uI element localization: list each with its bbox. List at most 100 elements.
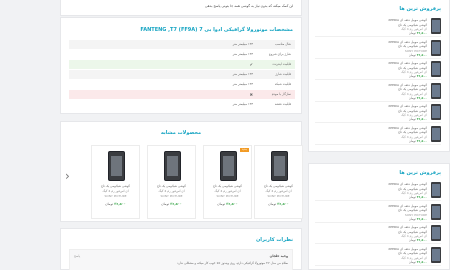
phone-thumbnail[interactable]	[431, 39, 441, 56]
sidebar-product[interactable]: گوشی مویبل دفعه ای XPERIA گوشی شیائومی یک…	[315, 16, 441, 37]
sidebar-product-price: ۳۶,۵۰۰ تومان	[408, 95, 427, 100]
sidebar-product-price: ۳۶,۵۰۰ تومان	[408, 138, 427, 143]
sidebar-product-title[interactable]: گوشی مویبل دفعه ای XPERIA	[388, 104, 427, 108]
sidebar-product-title[interactable]: گوشی مویبل دفعه ای XPERIA	[388, 18, 427, 22]
sidebar-product-title[interactable]: گوشی مویبل دفعه ای XPERIA	[388, 225, 427, 229]
top-note-card: لن کمک میکنه که بدون نیاز به گوشی همه جا…	[60, 0, 302, 16]
phone-image[interactable]	[271, 151, 288, 181]
product-tile[interactable]: گوشی شیائومی یک تاچ ای اس‌فور رم 4 گیگ SON…	[147, 145, 196, 219]
phone-thumbnail[interactable]	[431, 182, 441, 198]
comments-title: نظرات کاربران	[256, 237, 293, 243]
sidebar-product-price: ۳۶,۵۰۰ تومان	[408, 117, 427, 121]
phone-thumbnail[interactable]	[431, 225, 441, 241]
carousel-next-arrow[interactable]: ‹	[65, 170, 70, 182]
product-subtitle: ای اس‌فور رم 4 گیگ	[102, 189, 129, 193]
sidebar-product-title[interactable]: گوشی مویبل دفعه ای XPERIA	[388, 247, 427, 251]
spec-label: قابلیت شارژ	[257, 70, 295, 79]
specs-title: مشخصات موتورولا گرافیکی ادوا بی 7 (FF9A)…	[140, 27, 293, 33]
product-brand: SONY PICTURE	[216, 194, 239, 198]
product-price: ۳۶,۵۰۰ تومان	[105, 202, 126, 206]
new-badge: جدید	[239, 148, 249, 152]
product-price: ۳۶,۵۰۰ تومان	[268, 202, 289, 206]
similar-title: محصولات مشابه	[160, 130, 202, 136]
sidebar-product-subtitle: گوشی شیائومی یک تاچ	[398, 22, 427, 27]
product-tile[interactable]: گوشی شیائومی یک تاچ ای اس‌فور رم 4 گیگ SON…	[203, 145, 252, 219]
sidebar-product[interactable]: گوشی مویبل دفعه ای XPERIA گوشی شیائومی یک…	[315, 223, 441, 244]
specs-card: مشخصات موتورولا گرافیکی ادوا بی 7 (FF9A)…	[60, 17, 302, 114]
sidebar-product[interactable]: گوشی مویبل دفعه ای XPERIA گوشی شیائومی یک…	[315, 202, 441, 223]
spec-row: قابلیت اینترنت ✔	[69, 60, 295, 69]
phone-image[interactable]	[164, 151, 181, 181]
sidebar-product-subtitle: گوشی شیائومی یک تاچ	[398, 87, 427, 91]
cross-icon: ✖	[69, 90, 257, 99]
product-name[interactable]: گوشی شیائومی یک تاچ	[258, 184, 299, 188]
sidebar-product-subtitle: گوشی شیائومی یک تاچ	[398, 208, 427, 212]
sidebar-product-title[interactable]: گوشی مویبل دفعه ای XPERIA	[388, 204, 427, 208]
sidebar-product[interactable]: گوشی مویبل دفعه ای XPERIA گوشی شیائومی یک…	[315, 102, 441, 123]
phone-thumbnail[interactable]	[431, 246, 441, 263]
sidebar-bottom-title: پرفروش ترین ها	[399, 170, 441, 176]
sidebar-product-title[interactable]: گوشی مویبل دفعه ای XPERIA	[388, 126, 427, 130]
spec-value: ۱۳۳ میلیمتر متر	[69, 80, 257, 89]
sidebar-bestsellers-top: پرفروش ترین ها گوشی مویبل دفعه ای XPERIA…	[308, 0, 450, 152]
product-subtitle: ای اس‌فور رم 4 گیگ	[158, 189, 185, 193]
sidebar-product[interactable]: گوشی مویبل دفعه ای XPERIA گوشی شیائومی یک…	[315, 245, 441, 266]
phone-thumbnail[interactable]	[431, 18, 441, 34]
comment-item: وحید خلجان پاسخ سلام من مدل T7 موتورولا …	[69, 249, 293, 270]
sidebar-product-title[interactable]: گوشی مویبل دفعه ای XPERIA	[388, 182, 427, 186]
sidebar-product-subtitle: گوشی شیائومی یک تاچ	[398, 229, 427, 234]
product-price: ۳۶,۵۰۰ تومان	[161, 202, 182, 206]
phone-image[interactable]	[108, 151, 125, 181]
spec-row: شارژ برای شروع ۱۳۳ میلیمتر متر	[69, 50, 295, 59]
spec-row: قابلیت شارژ ۱۳۳ میلیمتر متر	[69, 70, 295, 79]
spec-label: قابلیت شبکه	[257, 80, 295, 89]
sidebar-top-title: پرفروش ترین ها	[399, 6, 441, 12]
phone-thumbnail[interactable]	[431, 82, 441, 99]
product-name[interactable]: گوشی شیائومی یک تاچ	[151, 184, 192, 188]
comments-card: نظرات کاربران وحید خلجان پاسخ سلام من مد…	[60, 228, 302, 270]
spec-label: شارژ برای شروع	[257, 50, 295, 59]
sidebar-product-title[interactable]: گوشی مویبل دفعه ای XPERIA	[388, 40, 427, 44]
spec-row: قابلیت نقشه ۱۳۳ میلیمتر متر	[69, 100, 295, 109]
spec-value: ۱۳۳ میلیمتر متر	[69, 100, 257, 109]
sidebar-product-price: ۳۶,۵۰۰ تومان	[408, 31, 427, 35]
product-name[interactable]: گوشی شیائومی یک تاچ	[207, 184, 248, 188]
product-tile[interactable]: گوشی شیائومی یک تاچ ای اس‌فور رم 4 گیگ SON…	[91, 145, 140, 219]
sidebar-product-subtitle: گوشی شیائومی یک تاچ	[398, 130, 427, 134]
product-brand: SONY PICTURE	[104, 194, 127, 198]
check-icon: ✔	[69, 60, 257, 69]
reply-link[interactable]: پاسخ	[74, 254, 80, 258]
sidebar-product-price: ۳۶,۵۰۰ تومان	[408, 195, 427, 199]
spec-label: شال مناسب	[257, 40, 295, 49]
spec-value: ۱۳۳ میلیمتر متر	[69, 40, 257, 49]
sidebar-product-title[interactable]: گوشی مویبل دفعه ای XPERIA	[388, 61, 427, 65]
comment-text: سلام من مدل T7 موتورولا گرافیکی دارم، رو…	[177, 261, 288, 265]
sidebar-product[interactable]: گوشی مویبل دفعه ای XPERIA گوشی شیائومی یک…	[315, 124, 441, 145]
product-price: ۳۶,۵۰۰ تومان	[217, 202, 238, 206]
sidebar-product-price: ۳۶,۵۰۰ تومان	[408, 74, 427, 78]
sidebar-product-title[interactable]: گوشی مویبل دفعه ای XPERIA	[388, 83, 427, 87]
comment-author: وحید خلجان	[269, 254, 288, 258]
sidebar-product-price: ۳۶,۵۰۰ تومان	[408, 52, 427, 57]
phone-thumbnail[interactable]	[431, 104, 441, 120]
product-brand: SONY PICTURE	[267, 194, 290, 198]
product-name[interactable]: گوشی شیائومی یک تاچ	[95, 184, 136, 188]
sidebar-product[interactable]: گوشی مویبل دفعه ای XPERIA گوشی شیائومی یک…	[315, 180, 441, 201]
spec-row: سازگار با مودم ✖	[69, 90, 295, 99]
sidebar-product[interactable]: گوشی مویبل دفعه ای XPERIA گوشی شیائومی یک…	[315, 38, 441, 59]
spec-row: شال مناسب ۱۳۳ میلیمتر متر	[69, 40, 295, 49]
phone-thumbnail[interactable]	[431, 61, 441, 77]
phone-image[interactable]	[220, 151, 237, 181]
phone-thumbnail[interactable]	[431, 203, 441, 220]
sidebar-product[interactable]: گوشی مویبل دفعه ای XPERIA گوشی شیائومی یک…	[315, 59, 441, 80]
sidebar-product-price: ۳۶,۵۰۰ تومان	[408, 238, 427, 242]
top-note-text: لن کمک میکنه که بدون نیاز به گوشی همه جا…	[205, 4, 293, 8]
sidebar-product-subtitle: گوشی شیائومی یک تاچ	[398, 186, 427, 191]
sidebar-product[interactable]: گوشی مویبل دفعه ای XPERIA گوشی شیائومی یک…	[315, 81, 441, 102]
phone-thumbnail[interactable]	[431, 125, 441, 142]
sidebar-product-subtitle: گوشی شیائومی یک تاچ	[398, 65, 427, 70]
spec-label: سازگار با مودم	[257, 90, 295, 99]
product-tile[interactable]: گوشی شیائومی یک تاچ ای اس‌فور رم 4 گیگ SON…	[254, 145, 303, 219]
sidebar-product-subtitle: گوشی شیائومی یک تاچ	[398, 44, 427, 48]
product-subtitle: ای اس‌فور رم 4 گیگ	[265, 189, 292, 193]
